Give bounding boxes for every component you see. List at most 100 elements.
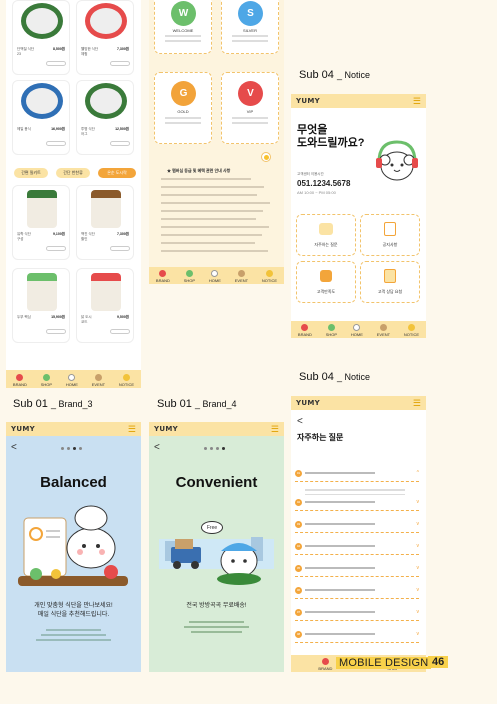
- home-icon: [211, 270, 219, 277]
- cart-button[interactable]: [110, 61, 130, 66]
- tab-home[interactable]: HOME: [351, 324, 363, 337]
- faq-row[interactable]: 05 v: [295, 560, 419, 577]
- faq-number: 07: [295, 608, 302, 616]
- tab-label: EVENT: [234, 278, 249, 283]
- tier-badge: S: [238, 1, 263, 26]
- label-suffix: _ Notice: [336, 70, 370, 80]
- tab-event[interactable]: EVENT: [235, 270, 248, 283]
- notice-line: [161, 194, 257, 196]
- filter-pill-2[interactable]: 간단 반찬류: [56, 168, 90, 178]
- hamburger-menu-icon[interactable]: ☰: [271, 424, 279, 435]
- tab-event[interactable]: EVENT: [92, 374, 105, 387]
- help-item-notice[interactable]: 공지사항: [360, 214, 420, 256]
- faq-row[interactable]: 06 v: [295, 582, 419, 599]
- product-card[interactable]: 단백질 식단 23 8,500원: [12, 0, 70, 75]
- help-item-request[interactable]: 고객 상담 요청: [360, 261, 420, 303]
- product-card[interactable]: 유학 식단 구성 9,100원: [12, 185, 70, 260]
- tier-desc-line: [165, 117, 201, 119]
- product-card[interactable]: 두부 핵심 15,900원: [12, 268, 70, 343]
- help-item-label: 고객만족도: [316, 289, 336, 294]
- faq-number: 01: [295, 469, 302, 477]
- tab-label: EVENT: [376, 332, 391, 337]
- product-image: [21, 3, 63, 39]
- tab-label: HOME: [208, 278, 221, 283]
- faq-question: [305, 567, 375, 569]
- help-item-faq[interactable]: 자주하는 질문: [296, 214, 356, 256]
- faq-row[interactable]: 04 v: [295, 538, 419, 555]
- tab-shop[interactable]: SHOP: [184, 270, 195, 283]
- tab-notice[interactable]: NOTICE: [404, 324, 419, 337]
- tab-brand[interactable]: BRAND: [298, 324, 312, 337]
- tier-card: S SILVER: [221, 0, 279, 54]
- chef-mascot-illustration: [18, 505, 128, 586]
- back-arrow-icon[interactable]: <: [297, 416, 303, 427]
- cart-button[interactable]: [110, 141, 130, 146]
- tab-event[interactable]: EVENT: [377, 324, 390, 337]
- faq-row[interactable]: 08 v: [295, 626, 419, 643]
- footer-page-number: 46: [428, 656, 449, 668]
- help-phone-number[interactable]: 051.1234.5678: [297, 179, 350, 188]
- chevron-down-icon: v: [416, 521, 420, 527]
- cart-button[interactable]: [46, 61, 66, 66]
- tab-shop[interactable]: SHOP: [326, 324, 337, 337]
- chevron-down-icon: v: [416, 499, 420, 505]
- brand3-copy-1: 개인 맞춤형 식단을 만나보세요!: [34, 603, 113, 609]
- cart-button[interactable]: [46, 141, 66, 146]
- tab-home[interactable]: HOME: [209, 270, 221, 283]
- product-card[interactable]: 닭 도시 코드 9,500원: [76, 268, 134, 343]
- filter-pill-1[interactable]: 간편 밀키트: [14, 168, 48, 178]
- tab-brand[interactable]: BRAND: [156, 270, 170, 283]
- label-main: Sub 01: [13, 398, 48, 410]
- filter-pill-3[interactable]: 온순 도시락: [98, 168, 136, 178]
- tab-label: HOME: [65, 382, 78, 387]
- search-doc-icon: [384, 222, 396, 236]
- tab-label: BRAND: [12, 382, 27, 387]
- faq-row[interactable]: 07 v: [295, 604, 419, 621]
- tab-label: BRAND: [318, 666, 333, 671]
- faq-row[interactable]: 02 v: [295, 494, 419, 511]
- product-image: [85, 83, 127, 119]
- help-item-satisfaction[interactable]: 고객만족도: [296, 261, 356, 303]
- tier-name: VIP: [246, 109, 254, 114]
- product-card[interactable]: 헤일 용식 16,900원: [12, 80, 70, 155]
- product-price: 12,500원: [115, 127, 129, 131]
- product-card[interactable]: 백진 식단 할인 7,300원: [76, 185, 134, 260]
- product-card[interactable]: 투명 식단 어그 12,500원: [76, 80, 134, 155]
- tab-notice[interactable]: NOTICE: [262, 270, 277, 283]
- hamburger-menu-icon[interactable]: ☰: [413, 96, 421, 107]
- carousel-dots: [61, 447, 82, 450]
- cart-button[interactable]: [110, 246, 130, 251]
- faq-row[interactable]: 03 v: [295, 516, 419, 533]
- product-name: 헤일 용식: [17, 127, 31, 131]
- brand-icon: [16, 374, 24, 381]
- tab-brand[interactable]: BRAND: [318, 658, 332, 671]
- product-card[interactable]: 웰빙한 식단 체험 7,300원: [76, 0, 134, 75]
- tab-notice[interactable]: NOTICE: [119, 374, 134, 387]
- tab-label: BRAND: [297, 332, 312, 337]
- notice-icon: [122, 374, 130, 381]
- notice-line: [161, 218, 256, 220]
- tier-desc-line: [232, 122, 268, 124]
- cart-button[interactable]: [46, 246, 66, 251]
- tier-desc-line: [165, 40, 201, 42]
- back-arrow-icon[interactable]: <: [11, 442, 17, 453]
- faq-row[interactable]: 01 ^: [295, 465, 419, 482]
- egg-icon: [261, 152, 271, 162]
- shop-phone: 단백질 식단 23 8,500원 웰빙한 식단 체험 7,300원 헤일 용식 16,90…: [6, 0, 141, 388]
- tier-badge: V: [238, 81, 263, 106]
- chevron-down-icon: v: [416, 543, 420, 549]
- tab-home[interactable]: HOME: [66, 374, 78, 387]
- tab-brand[interactable]: BRAND: [13, 374, 27, 387]
- cart-button[interactable]: [46, 329, 66, 334]
- tier-badge: W: [171, 1, 196, 26]
- hamburger-menu-icon[interactable]: ☰: [128, 424, 136, 435]
- tab-label: BRAND: [155, 278, 170, 283]
- product-image: [85, 3, 127, 39]
- hamburger-menu-icon[interactable]: ☰: [413, 398, 421, 409]
- cart-button[interactable]: [110, 329, 130, 334]
- event-icon: [237, 270, 245, 277]
- notice-line: [161, 210, 263, 212]
- back-arrow-icon[interactable]: <: [154, 442, 160, 453]
- tab-shop[interactable]: SHOP: [41, 374, 52, 387]
- product-image: [91, 273, 121, 311]
